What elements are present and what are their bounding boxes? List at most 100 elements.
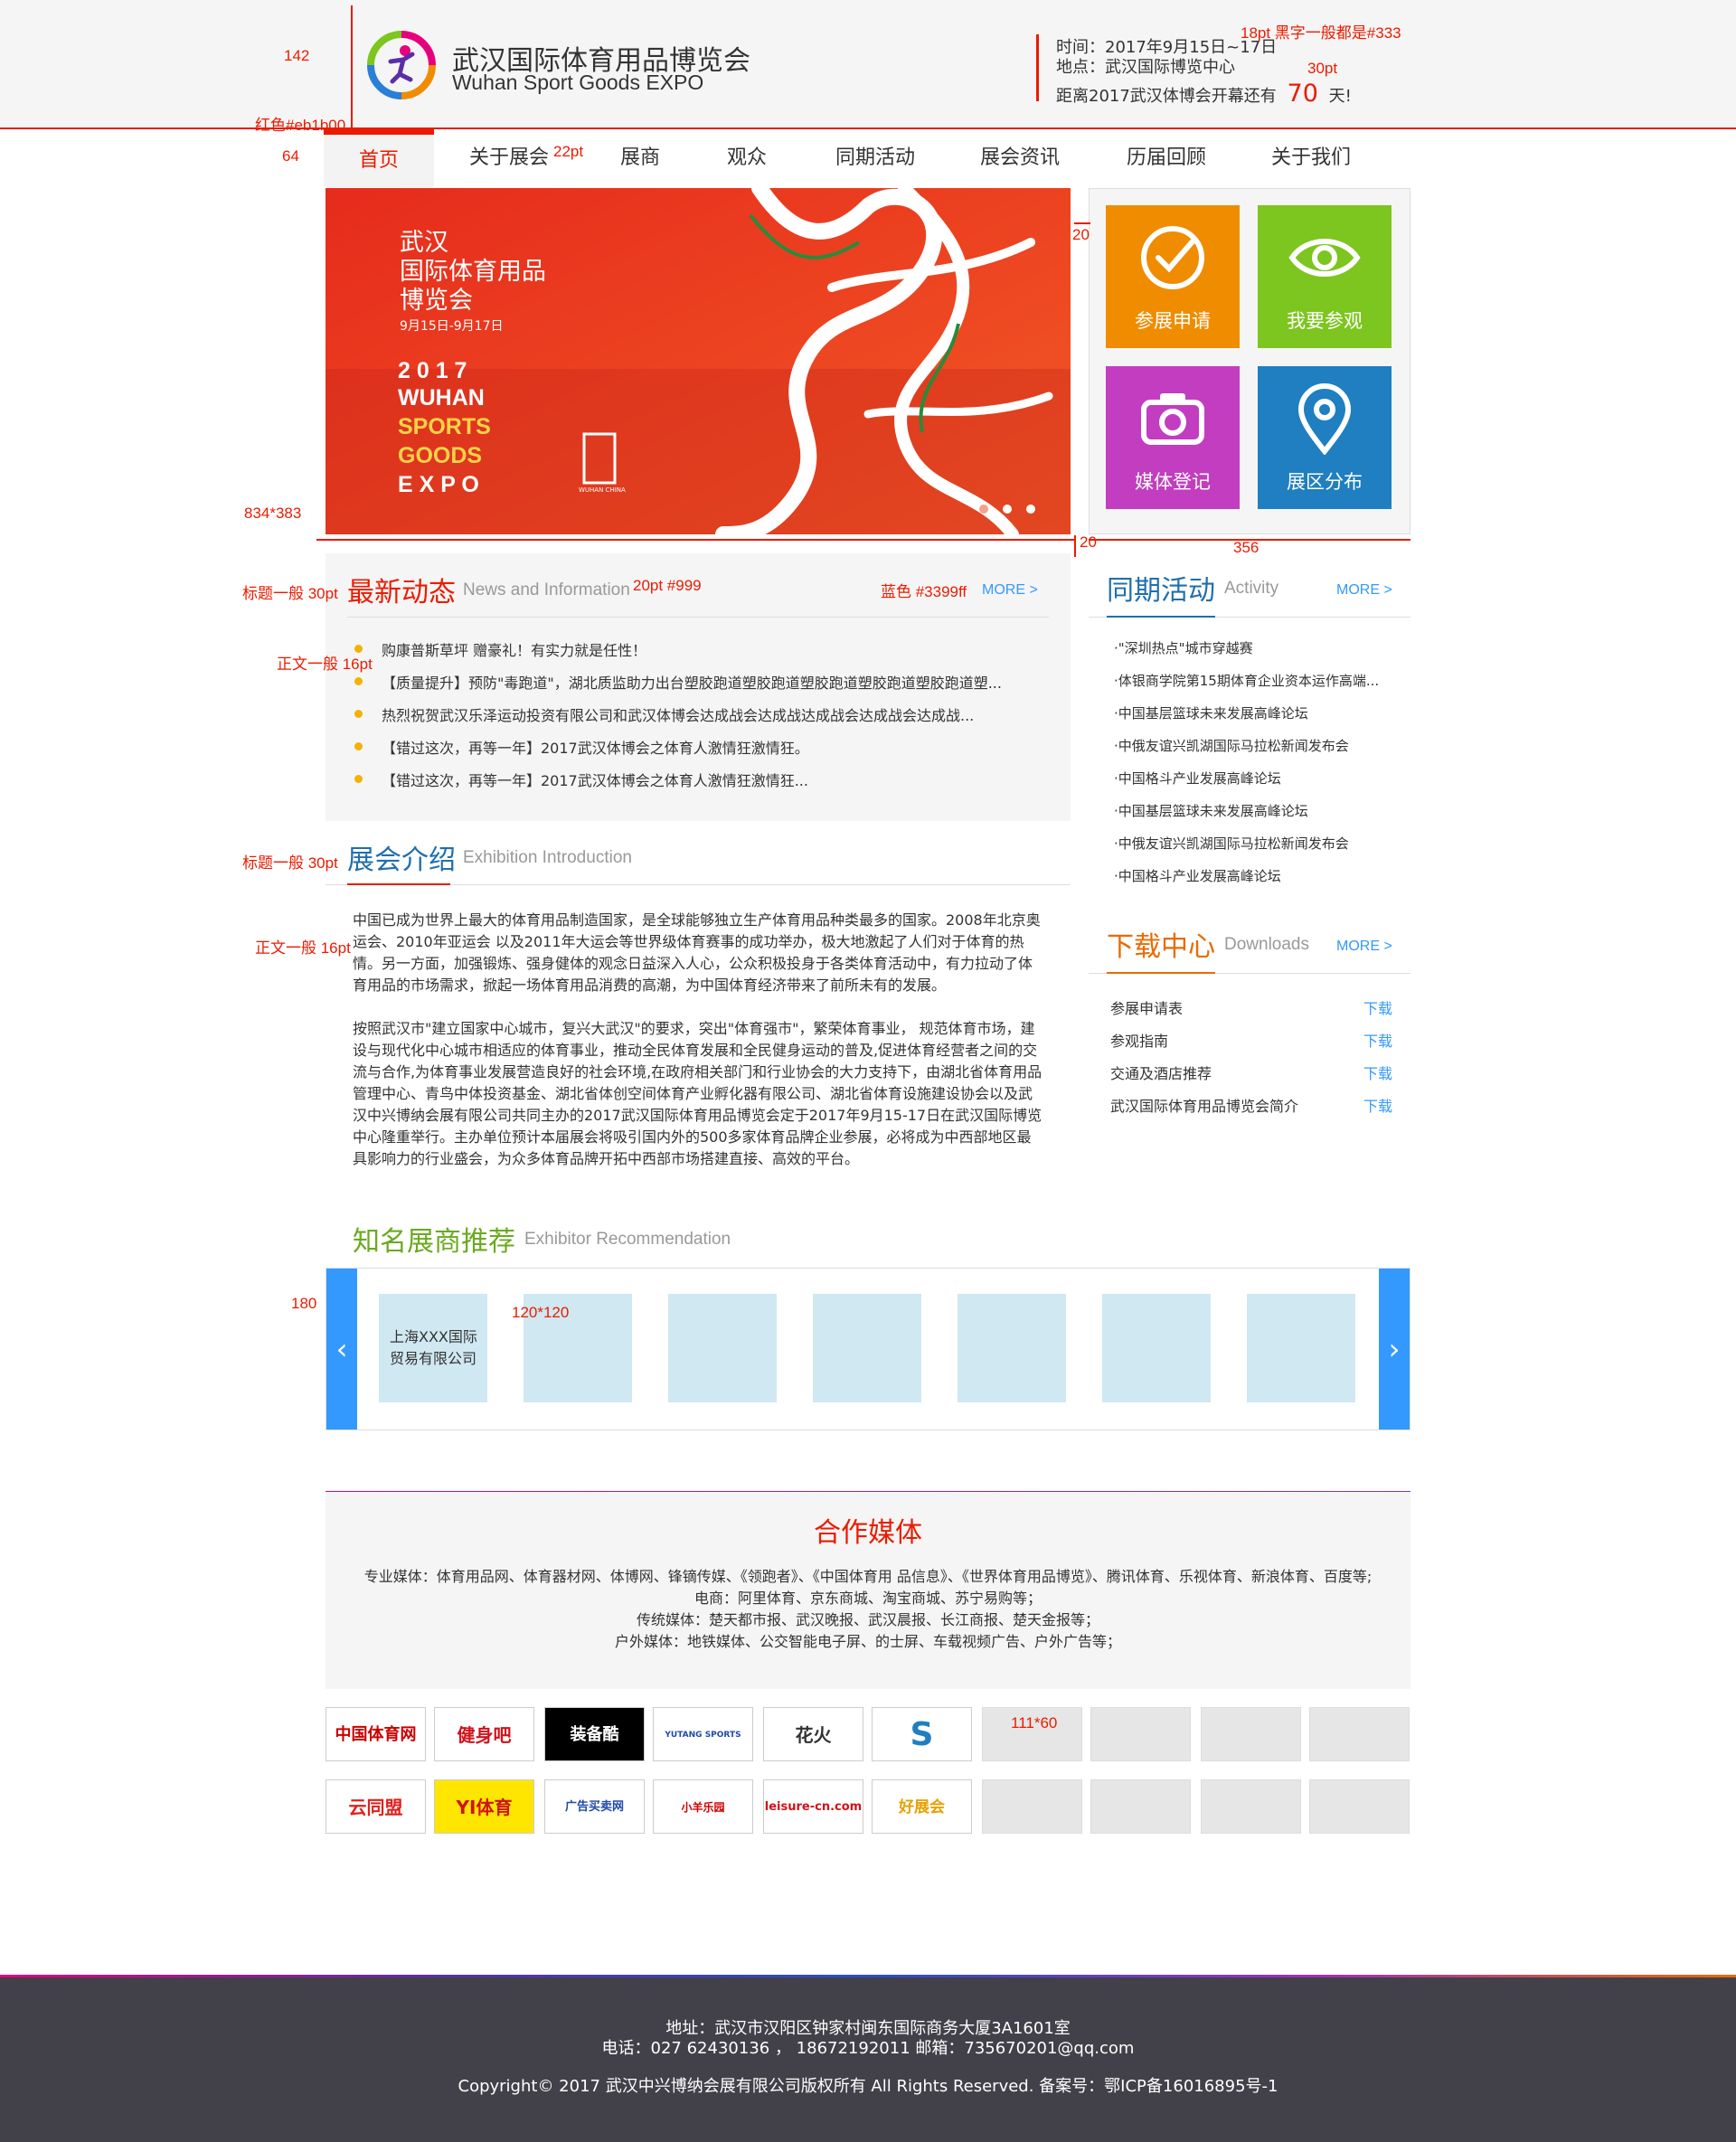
annotation-title-30b: 标题一般 30pt <box>242 854 338 872</box>
activity-item[interactable]: ·体银商学院第15期体育企业资本运作高端... <box>1114 671 1379 690</box>
nav-history[interactable]: 历届回顾 <box>1103 129 1230 187</box>
banner-dates: 9月15日-9月17日 <box>400 319 504 334</box>
banner-seal-text: WUHAN CHINA <box>579 486 626 494</box>
downloads-underline <box>1107 972 1215 974</box>
countdown: 距离2017武汉体博会开幕还有 70 天! <box>1056 80 1352 108</box>
media-logo[interactable]: YUTANG SPORTS <box>653 1707 753 1761</box>
intro-subtitle: Exhibition Introduction <box>463 848 632 867</box>
activity-item[interactable]: ·中国格斗产业发展高峰论坛 <box>1114 769 1281 788</box>
media-logo[interactable]: 好展会 <box>872 1779 972 1834</box>
exhibitor-card[interactable]: 上海XXX国际贸易有限公司 <box>379 1294 487 1402</box>
exhibitor-card[interactable] <box>813 1294 921 1402</box>
activity-subtitle: Activity <box>1224 579 1279 598</box>
media-logo[interactable]: 云同盟 <box>326 1779 426 1834</box>
tile-media-register-label: 媒体登记 <box>1135 471 1211 493</box>
nav-about-us[interactable]: 关于我们 <box>1248 129 1374 187</box>
media-logo[interactable]: 中国体育网 <box>326 1707 426 1761</box>
activity-more-link[interactable]: MORE > <box>1336 582 1392 599</box>
download-link[interactable]: 下载 <box>1363 1062 1392 1083</box>
nav-about-expo[interactable]: 关于展会 <box>452 129 566 187</box>
news-more-link[interactable]: MORE > <box>982 582 1038 599</box>
nav-visitors[interactable]: 观众 <box>702 129 792 187</box>
download-link[interactable]: 下载 <box>1363 996 1392 1018</box>
activity-item[interactable]: ·中俄友谊兴凯湖国际马拉松新闻发布会 <box>1114 736 1349 755</box>
annotation-font-note: 18pt 黑字一般都是#333 <box>1241 24 1401 42</box>
media-logo-placeholder <box>1201 1779 1301 1834</box>
hero-banner[interactable]: 武汉 国际体育用品 博览会 9月15日-9月17日 2 0 1 7 WUHAN … <box>326 188 1071 534</box>
nav-home[interactable]: 首页 <box>324 129 434 187</box>
media-logo-placeholder <box>1309 1779 1410 1834</box>
news-item[interactable]: 【错过这次，再等一年】2017武汉体博会之体育人激情狂激情狂。 <box>382 736 809 758</box>
media-logo-placeholder <box>1201 1707 1301 1761</box>
download-item: 交通及酒店推荐 <box>1110 1065 1212 1082</box>
annotation-30pt: 30pt <box>1307 60 1338 77</box>
download-link[interactable]: 下载 <box>1363 1029 1392 1051</box>
annotation-nav-height: 64 <box>282 147 299 165</box>
media-logo[interactable]: 健身吧 <box>434 1707 534 1761</box>
activity-item[interactable]: ·中国基层篮球未来发展高峰论坛 <box>1114 703 1308 722</box>
media-logo[interactable]: 装备酷 <box>544 1707 645 1761</box>
media-line-outdoor: 户外媒体：地铁媒体、公交智能电子屏、的士屏、车载视频广告、户外广告等； <box>614 1633 1121 1650</box>
exhibitor-card[interactable] <box>1247 1294 1355 1402</box>
media-logo-placeholder <box>1309 1707 1410 1761</box>
news-divider <box>347 617 1049 618</box>
annotation-banner-size: 834*383 <box>244 505 302 522</box>
tile-apply-exhibit[interactable]: 参展申请 <box>1106 205 1240 348</box>
nav-exhibitors[interactable]: 展商 <box>595 129 685 187</box>
news-item[interactable]: 购康普斯草坪 赠豪礼！有实力就是任性！ <box>382 638 646 660</box>
news-item[interactable]: 【错过这次，再等一年】2017武汉体博会之体育人激情狂激情狂... <box>382 769 808 790</box>
footer-contact: 电话：027 62430136 ， 18672192011 邮箱：7356702… <box>601 2039 1135 2058</box>
info-accent-bar <box>1036 34 1039 101</box>
downloads-more-link[interactable]: MORE > <box>1336 939 1392 955</box>
exhibitor-card[interactable] <box>1102 1294 1211 1402</box>
annotation-header-height: 142 <box>284 47 310 64</box>
annotation-body-16b: 正文一般 16pt <box>255 939 351 957</box>
annotation-logo-size: 111*60 <box>1011 1714 1058 1732</box>
countdown-prefix: 距离2017武汉体博会开幕还有 <box>1056 87 1277 106</box>
annotation-22pt: 22pt <box>553 143 584 160</box>
quick-links-panel: 参展申请 我要参观 媒体登记 展区分布 <box>1089 188 1410 534</box>
carousel-next-button[interactable]: › <box>1379 1269 1410 1430</box>
annotation-red: 红色#eb1b00 <box>255 117 346 134</box>
download-item: 参观指南 <box>1110 1033 1169 1050</box>
media-logo-placeholder <box>1090 1779 1191 1834</box>
activity-item[interactable]: ·中俄友谊兴凯湖国际马拉松新闻发布会 <box>1114 834 1349 853</box>
news-item[interactable]: 【质量提升】预防"毒跑道"，湖北质监助力出台塑胶跑道塑胶跑道塑胶跑道塑胶跑道塑胶… <box>382 671 1002 693</box>
news-title: 最新动态 <box>347 577 456 609</box>
carousel-prev-button[interactable]: ‹ <box>326 1269 357 1430</box>
media-logo[interactable]: leisure-cn.com <box>763 1779 863 1834</box>
expo-logo-icon[interactable] <box>365 29 438 101</box>
activity-underline <box>1107 616 1215 618</box>
banner-en-expo: E X P O <box>398 472 479 497</box>
camera-icon <box>1141 393 1204 445</box>
activity-item[interactable]: ·"深圳热点"城市穿越赛 <box>1114 638 1253 657</box>
main-nav: 首页 关于展会 展商 观众 同期活动 展会资讯 历届回顾 关于我们 <box>324 129 1410 187</box>
annotation-body-16a: 正文一般 16pt <box>277 656 373 673</box>
annotation-line <box>351 5 353 128</box>
news-item[interactable]: 热烈祝贺武汉乐泽运动投资有限公司和武汉体博会达成战会达成战达成战会达成战会达成战… <box>382 703 974 725</box>
media-logo[interactable]: 广告买卖网 <box>544 1779 645 1834</box>
media-logo[interactable]: YI体育 <box>434 1779 534 1834</box>
media-line-traditional: 传统媒体：楚天都市报、武汉晚报、武汉晨报、长江商报、楚天金报等； <box>636 1611 1099 1628</box>
media-logo[interactable]: 花火 <box>763 1707 863 1761</box>
tile-visit[interactable]: 我要参观 <box>1258 205 1392 348</box>
site-footer: 地址：武汉市汉阳区钟家村闽东国际商务大厦3A1601室 电话：027 62430… <box>0 1977 1736 2142</box>
annotation-gap-20b: 20 <box>1080 533 1097 551</box>
download-link[interactable]: 下载 <box>1363 1094 1392 1116</box>
activity-item[interactable]: ·中国格斗产业发展高峰论坛 <box>1114 866 1281 885</box>
media-logo[interactable]: 小羊乐园 <box>653 1779 753 1834</box>
countdown-suffix: 天! <box>1328 87 1352 106</box>
media-logo-placeholder <box>982 1779 1082 1834</box>
exhibitor-card[interactable] <box>668 1294 777 1402</box>
activity-item[interactable]: ·中国基层篮球未来发展高峰论坛 <box>1114 801 1308 820</box>
nav-news[interactable]: 展会资讯 <box>957 129 1083 187</box>
tile-media-register[interactable]: 媒体登记 <box>1106 366 1240 509</box>
logo-title-en: Wuhan Sport Goods EXPO <box>452 71 704 94</box>
nav-events[interactable]: 同期活动 <box>812 129 939 187</box>
media-logo[interactable]: S <box>872 1707 972 1761</box>
annotation-line <box>316 539 1076 541</box>
exhibitor-card[interactable] <box>958 1294 1066 1402</box>
tile-hall-map[interactable]: 展区分布 <box>1258 366 1392 509</box>
bullet-dot <box>354 742 363 750</box>
check-circle-icon <box>1141 226 1204 289</box>
